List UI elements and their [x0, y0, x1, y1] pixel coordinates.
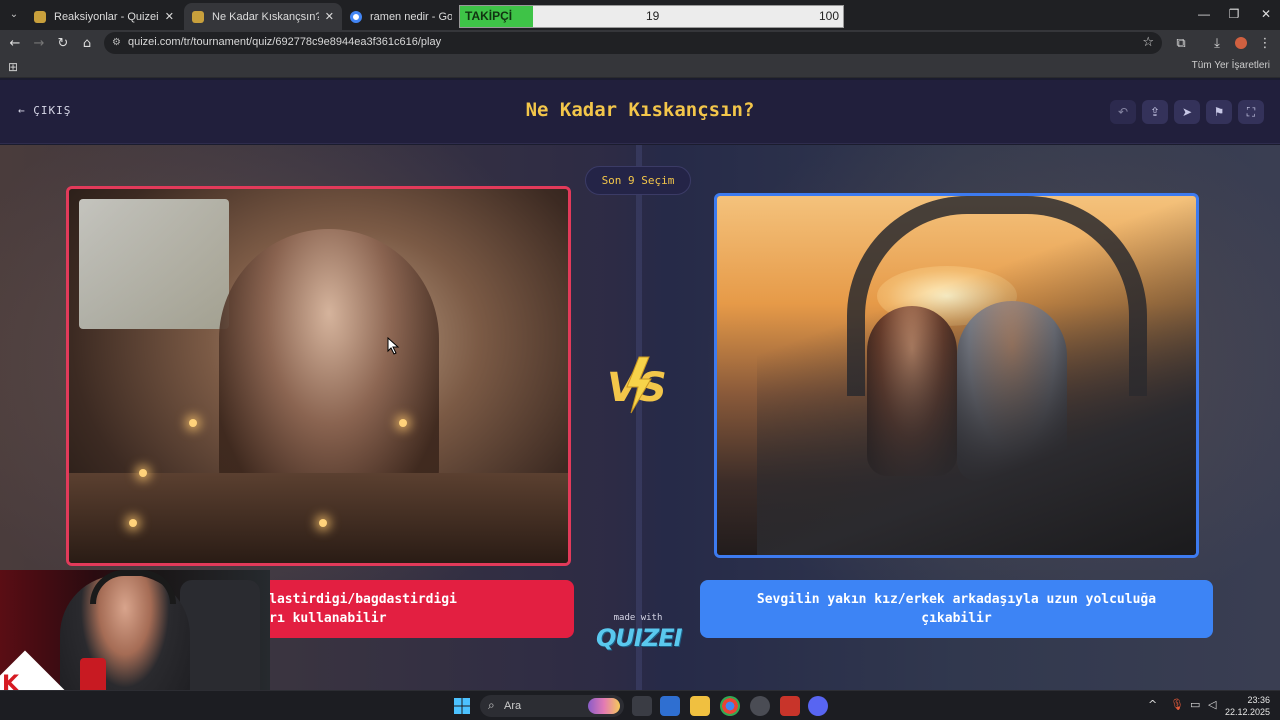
search-highlight-image — [588, 698, 620, 714]
send-button[interactable]: ➤ — [1174, 100, 1200, 124]
tab-reaksiyonlar[interactable]: Reaksiyonlar - Quizei ✕ — [26, 3, 182, 30]
right-choice-button[interactable]: Sevgilin yakın kız/erkek arkadaşıyla uzu… — [700, 580, 1213, 638]
follower-label: TAKİPÇİ — [465, 9, 513, 23]
candle-light — [189, 419, 197, 427]
tab-google-ramen[interactable]: ramen nedir - Google'da A — [342, 3, 460, 30]
clock-time: 23:36 — [1247, 695, 1270, 705]
mouse-cursor-icon — [387, 337, 400, 355]
sad-woman-photo — [69, 189, 568, 563]
right-choice-label: Sevgilin yakın kız/erkek arkadaşıyla uzu… — [756, 592, 1157, 626]
window-light — [79, 199, 229, 329]
discord-icon[interactable] — [808, 696, 828, 716]
follower-goal-bar: TAKİPÇİ 19 100 — [459, 5, 844, 28]
quizei-favicon-icon — [34, 10, 46, 23]
app-icon[interactable] — [780, 696, 800, 716]
file-explorer-icon[interactable] — [690, 696, 710, 716]
download-icon[interactable]: ⤓ — [1208, 34, 1226, 52]
restore-icon[interactable]: ❐ — [1218, 0, 1250, 28]
made-with-quizei[interactable]: made with QUIZEI — [596, 613, 683, 652]
candle-light — [139, 469, 147, 477]
menu-icon[interactable]: ⋮ — [1256, 34, 1274, 52]
share-button[interactable]: ⇪ — [1142, 100, 1168, 124]
clock-date: 22.12.2025 — [1224, 707, 1270, 717]
browser-toolbar: ← → ↻ ⌂ ⚙ quizei.com/tr/tournament/quiz/… — [0, 30, 1280, 56]
close-icon[interactable]: ✕ — [165, 10, 174, 23]
minimize-icon[interactable]: — — [1188, 0, 1220, 28]
obs-icon[interactable] — [750, 696, 770, 716]
left-choice-image[interactable] — [66, 186, 571, 566]
close-icon[interactable]: ✕ — [325, 10, 334, 23]
last-choices-badge: Son 9 Seçim — [585, 166, 691, 195]
reload-icon[interactable]: ↻ — [54, 34, 72, 52]
taskbar-search[interactable]: ⌕ Ara — [480, 695, 624, 717]
extensions-icon[interactable]: ⧉ — [1172, 34, 1190, 52]
profile-avatar[interactable] — [1232, 34, 1250, 52]
follower-count: 19 — [646, 9, 660, 23]
woman-figure — [219, 229, 439, 509]
fullscreen-button[interactable]: ⛶ — [1238, 100, 1264, 124]
headset — [90, 570, 176, 604]
taskbar-clock[interactable]: 23:36 22.12.2025 — [1225, 694, 1270, 718]
chrome-icon[interactable] — [720, 696, 740, 716]
tab-title: Reaksiyonlar - Quizei — [54, 10, 159, 23]
flag-icon: ⚑ — [1213, 105, 1225, 119]
quizei-logo: QUIZEI — [596, 624, 683, 652]
google-favicon-icon — [350, 10, 362, 23]
tray-chevron-icon[interactable]: ^ — [1148, 698, 1157, 711]
candle-light — [399, 419, 407, 427]
site-info-icon[interactable]: ⚙ — [112, 37, 121, 48]
back-icon[interactable]: ← — [6, 34, 24, 52]
search-placeholder: Ara — [504, 700, 522, 712]
quiz-header: ← ÇIKIŞ Ne Kadar Kıskançsın? ↶ ⇪ ➤ ⚑ ⛶ — [0, 80, 1280, 144]
follower-goal: 100 — [818, 9, 839, 23]
candle-light — [319, 519, 327, 527]
tab-ne-kadar-kiskancsin[interactable]: Ne Kadar Kıskançsın? - Tier List ✕ — [184, 3, 342, 30]
url-text[interactable]: quizei.com/tr/tournament/quiz/692778c9e8… — [128, 36, 441, 48]
fullscreen-icon: ⛶ — [1246, 104, 1256, 119]
address-bar[interactable]: ⚙ quizei.com/tr/tournament/quiz/692778c9… — [104, 32, 1162, 54]
windows-taskbar: ⌕ Ara ^ 🎙 ▭ ◁ 23:36 22.12.2025 — [0, 690, 1280, 720]
apps-grid-icon[interactable]: ⊞ — [8, 60, 18, 74]
undo-icon: ↶ — [1117, 105, 1129, 119]
quizei-favicon-icon — [192, 10, 204, 23]
share-icon: ⇪ — [1149, 105, 1161, 119]
car-body — [757, 196, 1196, 555]
candle-light — [129, 519, 137, 527]
volume-icon[interactable]: ◁ — [1208, 698, 1216, 711]
couple-car-photo — [717, 196, 1196, 555]
center-divider — [636, 145, 642, 690]
tab-search-icon[interactable]: ⌄ — [6, 6, 22, 22]
task-view-icon[interactable] — [632, 696, 652, 716]
windows-start-icon[interactable] — [452, 696, 472, 716]
search-icon: ⌕ — [488, 698, 495, 712]
bookmarks-bar: ⊞ Tüm Yer İşaretleri — [0, 56, 1280, 78]
forward-icon[interactable]: → — [30, 34, 48, 52]
last-choices-label: Son 9 Seçim — [601, 174, 675, 187]
bookmark-star-icon[interactable]: ☆ — [1142, 35, 1154, 50]
send-icon: ➤ — [1181, 105, 1193, 119]
table-surface — [69, 473, 568, 563]
tab-title: Ne Kadar Kıskançsın? - Tier List — [212, 10, 319, 23]
versus-icon: VS — [607, 356, 667, 414]
store-icon[interactable] — [660, 696, 680, 716]
tab-title: ramen nedir - Google'da A — [370, 10, 452, 23]
right-choice-image[interactable] — [714, 193, 1199, 558]
quiz-title: Ne Kadar Kıskançsın? — [525, 99, 755, 121]
network-icon[interactable]: ▭ — [1190, 698, 1200, 711]
close-window-icon[interactable]: ✕ — [1250, 0, 1280, 28]
home-icon[interactable]: ⌂ — [78, 34, 96, 52]
undo-button[interactable]: ↶ — [1110, 100, 1136, 124]
report-button[interactable]: ⚑ — [1206, 100, 1232, 124]
microphone-icon[interactable]: 🎙 — [1170, 698, 1184, 711]
made-with-label: made with — [613, 613, 663, 623]
all-bookmarks-link[interactable]: Tüm Yer İşaretleri — [1192, 60, 1270, 71]
